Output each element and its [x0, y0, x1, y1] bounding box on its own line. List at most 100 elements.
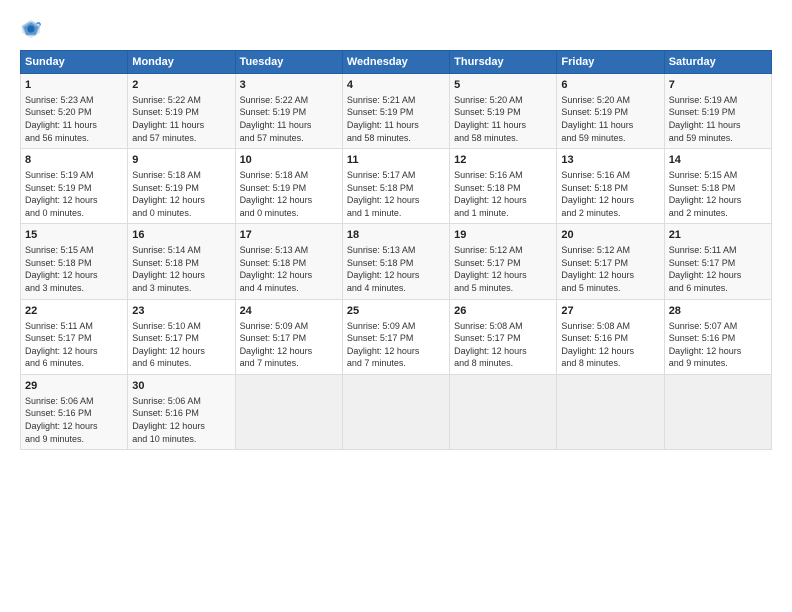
day-info: Sunrise: 5:17 AM Sunset: 5:18 PM Dayligh…	[347, 169, 445, 219]
calendar-cell: 4Sunrise: 5:21 AM Sunset: 5:19 PM Daylig…	[342, 74, 449, 149]
day-info: Sunrise: 5:09 AM Sunset: 5:17 PM Dayligh…	[347, 320, 445, 370]
calendar-cell: 27Sunrise: 5:08 AM Sunset: 5:16 PM Dayli…	[557, 299, 664, 374]
calendar-cell: 7Sunrise: 5:19 AM Sunset: 5:19 PM Daylig…	[664, 74, 771, 149]
day-info: Sunrise: 5:08 AM Sunset: 5:17 PM Dayligh…	[454, 320, 552, 370]
calendar-cell: 26Sunrise: 5:08 AM Sunset: 5:17 PM Dayli…	[450, 299, 557, 374]
column-header-friday: Friday	[557, 51, 664, 74]
calendar-cell: 21Sunrise: 5:11 AM Sunset: 5:17 PM Dayli…	[664, 224, 771, 299]
calendar-cell: 19Sunrise: 5:12 AM Sunset: 5:17 PM Dayli…	[450, 224, 557, 299]
calendar-table: SundayMondayTuesdayWednesdayThursdayFrid…	[20, 50, 772, 450]
calendar-cell	[557, 374, 664, 449]
day-number: 14	[669, 153, 767, 168]
day-info: Sunrise: 5:06 AM Sunset: 5:16 PM Dayligh…	[25, 395, 123, 445]
day-number: 26	[454, 304, 552, 319]
day-number: 3	[240, 78, 338, 93]
day-number: 29	[25, 379, 123, 394]
calendar-cell: 13Sunrise: 5:16 AM Sunset: 5:18 PM Dayli…	[557, 149, 664, 224]
calendar-cell: 17Sunrise: 5:13 AM Sunset: 5:18 PM Dayli…	[235, 224, 342, 299]
day-info: Sunrise: 5:07 AM Sunset: 5:16 PM Dayligh…	[669, 320, 767, 370]
day-number: 19	[454, 228, 552, 243]
day-number: 28	[669, 304, 767, 319]
day-number: 7	[669, 78, 767, 93]
calendar-header-row: SundayMondayTuesdayWednesdayThursdayFrid…	[21, 51, 772, 74]
day-number: 10	[240, 153, 338, 168]
day-number: 12	[454, 153, 552, 168]
day-number: 1	[25, 78, 123, 93]
logo-icon	[20, 18, 42, 40]
calendar-week-1: 1Sunrise: 5:23 AM Sunset: 5:20 PM Daylig…	[21, 74, 772, 149]
calendar-cell: 24Sunrise: 5:09 AM Sunset: 5:17 PM Dayli…	[235, 299, 342, 374]
calendar-cell: 3Sunrise: 5:22 AM Sunset: 5:19 PM Daylig…	[235, 74, 342, 149]
calendar-week-5: 29Sunrise: 5:06 AM Sunset: 5:16 PM Dayli…	[21, 374, 772, 449]
calendar-cell: 30Sunrise: 5:06 AM Sunset: 5:16 PM Dayli…	[128, 374, 235, 449]
day-number: 6	[561, 78, 659, 93]
calendar-cell: 16Sunrise: 5:14 AM Sunset: 5:18 PM Dayli…	[128, 224, 235, 299]
day-number: 8	[25, 153, 123, 168]
day-number: 16	[132, 228, 230, 243]
column-header-tuesday: Tuesday	[235, 51, 342, 74]
calendar-cell: 29Sunrise: 5:06 AM Sunset: 5:16 PM Dayli…	[21, 374, 128, 449]
calendar-cell: 9Sunrise: 5:18 AM Sunset: 5:19 PM Daylig…	[128, 149, 235, 224]
day-info: Sunrise: 5:09 AM Sunset: 5:17 PM Dayligh…	[240, 320, 338, 370]
day-number: 5	[454, 78, 552, 93]
day-info: Sunrise: 5:19 AM Sunset: 5:19 PM Dayligh…	[25, 169, 123, 219]
day-info: Sunrise: 5:12 AM Sunset: 5:17 PM Dayligh…	[561, 244, 659, 294]
day-info: Sunrise: 5:13 AM Sunset: 5:18 PM Dayligh…	[240, 244, 338, 294]
day-info: Sunrise: 5:18 AM Sunset: 5:19 PM Dayligh…	[240, 169, 338, 219]
calendar-cell	[664, 374, 771, 449]
calendar-week-2: 8Sunrise: 5:19 AM Sunset: 5:19 PM Daylig…	[21, 149, 772, 224]
calendar-cell: 8Sunrise: 5:19 AM Sunset: 5:19 PM Daylig…	[21, 149, 128, 224]
day-number: 9	[132, 153, 230, 168]
calendar-cell	[235, 374, 342, 449]
day-info: Sunrise: 5:21 AM Sunset: 5:19 PM Dayligh…	[347, 94, 445, 144]
calendar-cell: 12Sunrise: 5:16 AM Sunset: 5:18 PM Dayli…	[450, 149, 557, 224]
day-number: 17	[240, 228, 338, 243]
day-info: Sunrise: 5:10 AM Sunset: 5:17 PM Dayligh…	[132, 320, 230, 370]
day-number: 13	[561, 153, 659, 168]
calendar-week-4: 22Sunrise: 5:11 AM Sunset: 5:17 PM Dayli…	[21, 299, 772, 374]
day-number: 11	[347, 153, 445, 168]
calendar-cell	[342, 374, 449, 449]
day-info: Sunrise: 5:15 AM Sunset: 5:18 PM Dayligh…	[25, 244, 123, 294]
day-info: Sunrise: 5:22 AM Sunset: 5:19 PM Dayligh…	[240, 94, 338, 144]
column-header-wednesday: Wednesday	[342, 51, 449, 74]
day-number: 15	[25, 228, 123, 243]
calendar-cell: 18Sunrise: 5:13 AM Sunset: 5:18 PM Dayli…	[342, 224, 449, 299]
calendar-cell: 1Sunrise: 5:23 AM Sunset: 5:20 PM Daylig…	[21, 74, 128, 149]
day-info: Sunrise: 5:16 AM Sunset: 5:18 PM Dayligh…	[561, 169, 659, 219]
calendar-cell: 11Sunrise: 5:17 AM Sunset: 5:18 PM Dayli…	[342, 149, 449, 224]
day-number: 2	[132, 78, 230, 93]
day-number: 21	[669, 228, 767, 243]
day-info: Sunrise: 5:14 AM Sunset: 5:18 PM Dayligh…	[132, 244, 230, 294]
day-info: Sunrise: 5:12 AM Sunset: 5:17 PM Dayligh…	[454, 244, 552, 294]
calendar-week-3: 15Sunrise: 5:15 AM Sunset: 5:18 PM Dayli…	[21, 224, 772, 299]
calendar-cell: 6Sunrise: 5:20 AM Sunset: 5:19 PM Daylig…	[557, 74, 664, 149]
column-header-monday: Monday	[128, 51, 235, 74]
calendar-cell	[450, 374, 557, 449]
calendar-cell: 14Sunrise: 5:15 AM Sunset: 5:18 PM Dayli…	[664, 149, 771, 224]
day-info: Sunrise: 5:11 AM Sunset: 5:17 PM Dayligh…	[25, 320, 123, 370]
day-info: Sunrise: 5:16 AM Sunset: 5:18 PM Dayligh…	[454, 169, 552, 219]
day-info: Sunrise: 5:20 AM Sunset: 5:19 PM Dayligh…	[454, 94, 552, 144]
day-number: 25	[347, 304, 445, 319]
day-info: Sunrise: 5:06 AM Sunset: 5:16 PM Dayligh…	[132, 395, 230, 445]
day-number: 22	[25, 304, 123, 319]
calendar-cell: 2Sunrise: 5:22 AM Sunset: 5:19 PM Daylig…	[128, 74, 235, 149]
calendar-cell: 15Sunrise: 5:15 AM Sunset: 5:18 PM Dayli…	[21, 224, 128, 299]
day-number: 27	[561, 304, 659, 319]
column-header-sunday: Sunday	[21, 51, 128, 74]
day-info: Sunrise: 5:19 AM Sunset: 5:19 PM Dayligh…	[669, 94, 767, 144]
day-number: 24	[240, 304, 338, 319]
day-info: Sunrise: 5:20 AM Sunset: 5:19 PM Dayligh…	[561, 94, 659, 144]
column-header-thursday: Thursday	[450, 51, 557, 74]
calendar-cell: 20Sunrise: 5:12 AM Sunset: 5:17 PM Dayli…	[557, 224, 664, 299]
day-info: Sunrise: 5:22 AM Sunset: 5:19 PM Dayligh…	[132, 94, 230, 144]
calendar-cell: 5Sunrise: 5:20 AM Sunset: 5:19 PM Daylig…	[450, 74, 557, 149]
day-number: 20	[561, 228, 659, 243]
calendar-cell: 10Sunrise: 5:18 AM Sunset: 5:19 PM Dayli…	[235, 149, 342, 224]
calendar-cell: 22Sunrise: 5:11 AM Sunset: 5:17 PM Dayli…	[21, 299, 128, 374]
day-info: Sunrise: 5:08 AM Sunset: 5:16 PM Dayligh…	[561, 320, 659, 370]
day-number: 4	[347, 78, 445, 93]
calendar-cell: 25Sunrise: 5:09 AM Sunset: 5:17 PM Dayli…	[342, 299, 449, 374]
logo	[20, 18, 46, 40]
